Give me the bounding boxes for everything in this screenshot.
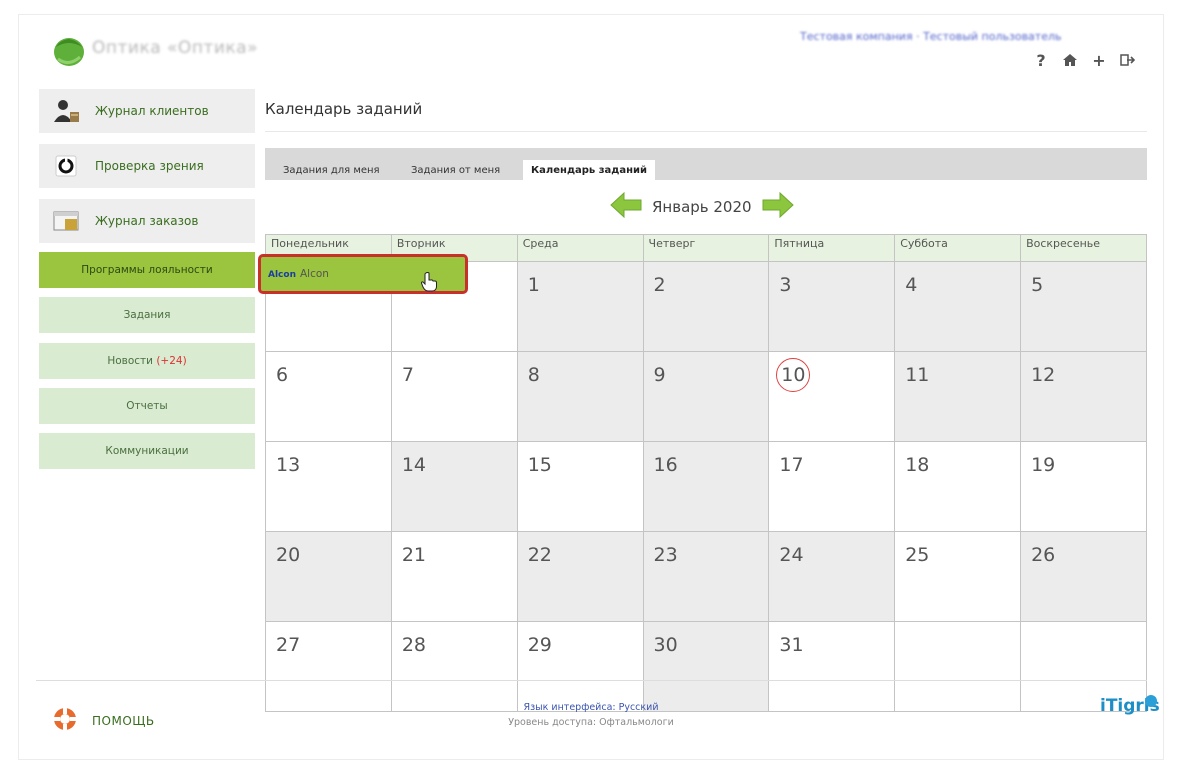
plus-icon[interactable]: + [1090, 50, 1108, 70]
calendar-day-cell[interactable]: 5 [1020, 261, 1147, 352]
title-divider [265, 131, 1147, 132]
month-label: Январь 2020 [652, 198, 752, 216]
calendar-grid: Понедельник Вторник Среда Четверг Пятниц… [265, 234, 1147, 712]
vision-check-icon [51, 152, 81, 180]
sidebar-item-clients[interactable]: Журнал клиентов [39, 89, 255, 133]
calendar-day-cell[interactable]: 20 [265, 531, 392, 622]
itigris-logo: iTigris [1100, 695, 1160, 716]
calendar-day-cell[interactable]: 27 [265, 621, 392, 712]
company-user-line[interactable]: Тестовая компания · Тестовый пользовател… [800, 30, 1061, 43]
weekday-header: Воскресенье [1020, 234, 1147, 262]
calendar-day-cell[interactable]: 14 [390, 441, 518, 532]
event-title: Alcon [299, 268, 329, 280]
logo-icon[interactable] [52, 37, 86, 67]
language-info: Язык интерфейса: Русский Уровень доступа… [0, 700, 1182, 730]
sidebar-item-vision-check[interactable]: Проверка зрения [39, 144, 255, 188]
calendar-day-cell[interactable]: 16 [642, 441, 770, 532]
access-level: Уровень доступа: Офтальмологи [508, 717, 674, 728]
calendar-day-cell[interactable]: 1 [516, 261, 644, 352]
weekday-header: Суббота [894, 234, 1022, 262]
calendar-day-cell-today[interactable]: 10 [768, 351, 896, 442]
calendar-day-cell[interactable]: 7 [390, 351, 518, 442]
month-navigator: Январь 2020 [610, 190, 806, 224]
page-title: Календарь заданий [265, 100, 423, 118]
calendar-day-cell[interactable]: 17 [768, 441, 896, 532]
sidebar-item-label: Журнал заказов [95, 214, 199, 228]
orders-icon [51, 207, 81, 235]
calendar-day-cell[interactable]: 28 [390, 621, 518, 712]
calendar-week: 27 28 29 30 31 [265, 621, 1147, 712]
calendar-day-cell[interactable]: 29 [516, 621, 644, 712]
calendar-day-cell[interactable]: 12 [1020, 351, 1147, 442]
event-brand-logo: Alcon [268, 270, 296, 280]
calendar-day-cell[interactable] [894, 621, 1022, 712]
calendar-day-cell[interactable]: 2 [642, 261, 770, 352]
weekday-header: Пятница [768, 234, 896, 262]
home-icon[interactable] [1061, 50, 1079, 70]
help-icon[interactable]: ? [1032, 50, 1050, 70]
sidebar-item-news[interactable]: Новости (+24) [39, 343, 255, 379]
calendar-day-cell[interactable]: 24 [768, 531, 896, 622]
header-icons: ? + [1032, 50, 1137, 70]
interface-language[interactable]: Язык интерфейса: Русский [0, 700, 1182, 715]
sidebar-item-tasks[interactable]: Задания [39, 297, 255, 333]
calendar-day-cell[interactable]: 4 [894, 261, 1022, 352]
calendar-week: 20 21 22 23 24 25 26 [265, 531, 1147, 622]
calendar-week: 6 7 8 9 10 11 12 [265, 351, 1147, 442]
calendar-day-cell[interactable]: 3 [768, 261, 896, 352]
sidebar-item-label: Проверка зрения [95, 159, 204, 173]
sidebar-item-communications[interactable]: Коммуникации [39, 433, 255, 469]
shop-name: Оптика «Оптика» [92, 38, 258, 58]
tab-tasks-from-me[interactable]: Задания от меня [403, 160, 508, 182]
tabs-bar [265, 148, 1147, 180]
clients-icon [51, 97, 81, 125]
weekday-header: Среда [516, 234, 644, 262]
calendar-day-cell[interactable]: 30 [642, 621, 770, 712]
today-marker: 10 [776, 358, 811, 392]
calendar-day-cell[interactable]: 21 [390, 531, 518, 622]
tab-tasks-for-me[interactable]: Задания для меня [275, 160, 388, 182]
calendar-day-cell[interactable]: 9 [642, 351, 770, 442]
sidebar-item-orders[interactable]: Журнал заказов [39, 199, 255, 243]
calendar-day-cell[interactable]: 19 [1020, 441, 1147, 532]
sidebar-item-loyalty[interactable]: Программы лояльности [39, 252, 255, 288]
calendar-day-cell[interactable]: 31 [768, 621, 896, 712]
sidebar-item-label: Новости [107, 355, 153, 367]
calendar-day-cell[interactable]: 26 [1020, 531, 1147, 622]
calendar-day-cell[interactable]: 6 [265, 351, 392, 442]
calendar-day-cell[interactable]: 13 [265, 441, 392, 532]
sidebar-item-reports[interactable]: Отчеты [39, 388, 255, 424]
calendar-day-cell[interactable]: 18 [894, 441, 1022, 532]
news-count-badge: (+24) [156, 355, 187, 367]
calendar-day-cell[interactable]: 11 [894, 351, 1022, 442]
calendar-day-cell[interactable]: 23 [642, 531, 770, 622]
sidebar-item-label: Журнал клиентов [95, 104, 209, 118]
calendar-day-cell[interactable]: 22 [516, 531, 644, 622]
prev-month-arrow-icon[interactable] [610, 191, 642, 222]
tab-task-calendar[interactable]: Календарь заданий [523, 160, 656, 182]
logout-icon[interactable] [1119, 50, 1137, 70]
hand-cursor-icon [420, 272, 438, 296]
calendar-day-cell[interactable]: 25 [894, 531, 1022, 622]
next-month-arrow-icon[interactable] [762, 191, 794, 222]
calendar-day-cell[interactable]: 8 [516, 351, 644, 442]
footer-divider [36, 680, 1147, 681]
calendar-day-cell[interactable]: 15 [516, 441, 644, 532]
calendar-week: 13 14 15 16 17 18 19 [265, 441, 1147, 532]
weekday-header: Четверг [642, 234, 770, 262]
